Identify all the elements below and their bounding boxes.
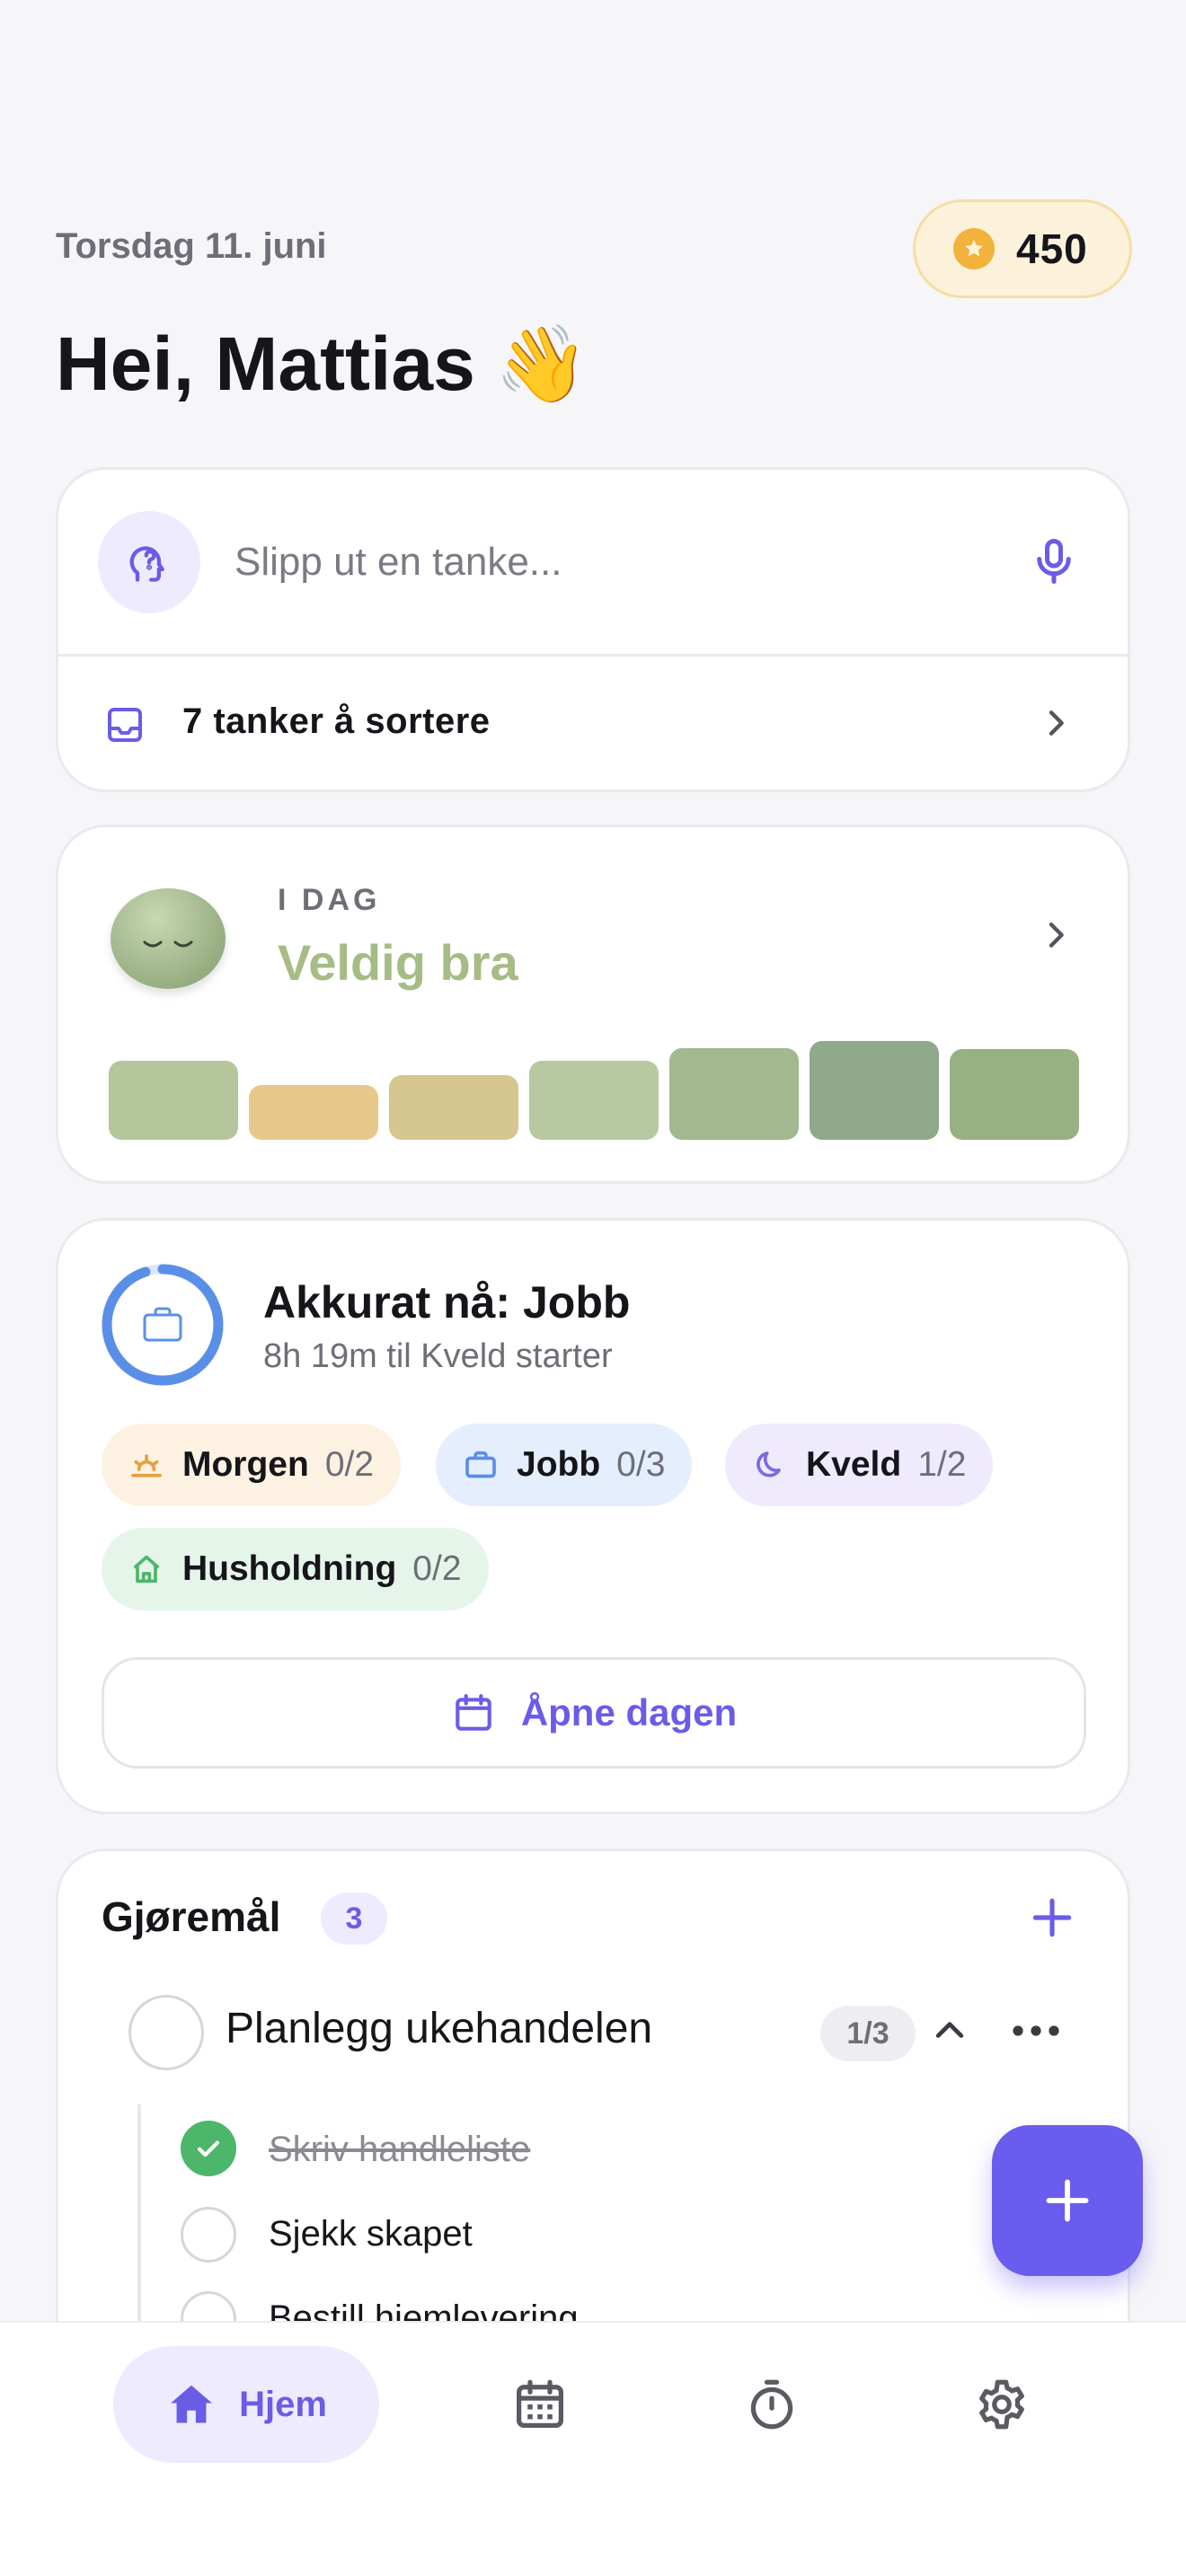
date-label: Torsdag 11. juni xyxy=(56,226,327,266)
chevron-right-icon xyxy=(1038,705,1074,745)
home-icon xyxy=(171,2385,213,2423)
block-pill-kveld[interactable]: Kveld 1/2 xyxy=(725,1424,994,1506)
stopwatch-icon xyxy=(750,2379,793,2430)
open-day-label: Åpne dagen xyxy=(520,1691,738,1734)
current-block-title: Akkurat nå: Jobb xyxy=(263,1277,631,1328)
current-block-card: Akkurat nå: Jobb 8h 19m til Kveld starte… xyxy=(56,1218,1130,1814)
star-coin-icon xyxy=(953,228,995,269)
task-checkbox[interactable] xyxy=(128,1995,204,2070)
block-pill-morgen[interactable]: Morgen 0/2 xyxy=(102,1424,402,1506)
mood-history-bar xyxy=(249,1085,378,1140)
tab-timer[interactable] xyxy=(742,2375,801,2439)
current-block-subtitle: 8h 19m til Kveld starter xyxy=(263,1337,613,1375)
subtask-label: Skriv handleliste xyxy=(269,2130,531,2169)
tab-home-label: Hjem xyxy=(239,2384,327,2424)
pill-label: Morgen xyxy=(182,1445,309,1484)
head-question-icon xyxy=(98,511,200,613)
chevron-right-icon xyxy=(1038,917,1074,957)
mood-face-icon xyxy=(111,888,226,989)
mood-history-bar xyxy=(669,1048,799,1140)
block-pill-jobb[interactable]: Jobb 0/3 xyxy=(436,1424,693,1506)
pill-label: Husholdning xyxy=(182,1549,397,1588)
gear-icon xyxy=(979,2379,1024,2430)
subtask-label: Sjekk skapet xyxy=(269,2214,473,2254)
mood-history-bar xyxy=(389,1075,518,1140)
coin-balance-badge[interactable]: 450 xyxy=(913,199,1132,298)
tab-home[interactable]: Hjem xyxy=(113,2346,379,2463)
plus-icon xyxy=(1046,2179,1089,2222)
pill-count: 1/2 xyxy=(917,1445,967,1484)
briefcase-icon xyxy=(465,1451,496,1478)
mood-card[interactable]: I DAG Veldig bra xyxy=(56,825,1130,1184)
mood-history-bar xyxy=(810,1041,939,1140)
block-pill-husholdning[interactable]: Husholdning 0/2 xyxy=(102,1528,489,1610)
tab-calendar[interactable] xyxy=(510,2375,570,2439)
mood-history-bar xyxy=(109,1061,238,1140)
thought-input-row[interactable]: Slipp ut en tanke... xyxy=(58,470,1128,657)
tab-settings[interactable] xyxy=(972,2375,1031,2439)
unsorted-thoughts-label: 7 tanker å sortere xyxy=(182,701,491,741)
mood-history-bar xyxy=(529,1061,659,1140)
add-task-icon[interactable] xyxy=(1027,1892,1077,1947)
checkmark-icon xyxy=(197,2140,220,2157)
unsorted-thoughts-row[interactable]: 7 tanker å sortere xyxy=(58,657,1128,791)
subtask-checkbox[interactable] xyxy=(181,2207,236,2263)
mood-history-bar xyxy=(950,1049,1079,1140)
pill-count: 0/3 xyxy=(616,1445,666,1484)
inbox-icon xyxy=(103,703,146,751)
subtask-progress-badge: 1/3 xyxy=(820,2006,916,2061)
pill-label: Kveld xyxy=(806,1445,902,1484)
sunrise-icon xyxy=(131,1454,162,1478)
greeting-text: Hei, Mattias xyxy=(56,322,475,406)
add-fab-button[interactable] xyxy=(992,2125,1143,2276)
tasks-count-badge: 3 xyxy=(321,1892,387,1945)
open-day-button[interactable]: Åpne dagen xyxy=(102,1657,1086,1769)
pill-count: 0/2 xyxy=(324,1445,375,1484)
subtask-checkbox-checked[interactable] xyxy=(181,2121,236,2176)
task-title: Planlegg ukehandelen xyxy=(226,2005,653,2052)
thought-input[interactable]: Slipp ut en tanke... xyxy=(235,540,562,585)
microphone-icon[interactable] xyxy=(1027,534,1081,593)
chevron-up-icon[interactable] xyxy=(930,2011,969,2055)
mood-history-bars xyxy=(109,1041,1083,1140)
calendar-icon xyxy=(517,2379,563,2428)
moon-icon xyxy=(757,1451,781,1478)
mood-day-label: I DAG xyxy=(278,883,381,917)
mood-value: Veldig bra xyxy=(278,934,518,991)
bottom-tab-bar: Hjem xyxy=(0,2321,1186,2576)
greeting-heading: Hei, Mattias 👋 xyxy=(56,320,589,409)
pill-label: Jobb xyxy=(517,1445,601,1484)
pill-count: 0/2 xyxy=(412,1549,462,1588)
subtask-connector-line xyxy=(137,2104,141,2338)
waving-hand-icon: 👋 xyxy=(494,322,589,406)
calendar-icon xyxy=(456,1694,491,1731)
coin-count: 450 xyxy=(1016,225,1088,272)
thought-capture-card: Slipp ut en tanke... 7 tanker å sortere xyxy=(56,467,1130,792)
block-progress-ring xyxy=(102,1264,224,1386)
more-options-icon[interactable] xyxy=(1009,2013,1063,2053)
tasks-title: Gjøremål xyxy=(102,1893,281,1940)
house-icon xyxy=(133,1555,160,1584)
